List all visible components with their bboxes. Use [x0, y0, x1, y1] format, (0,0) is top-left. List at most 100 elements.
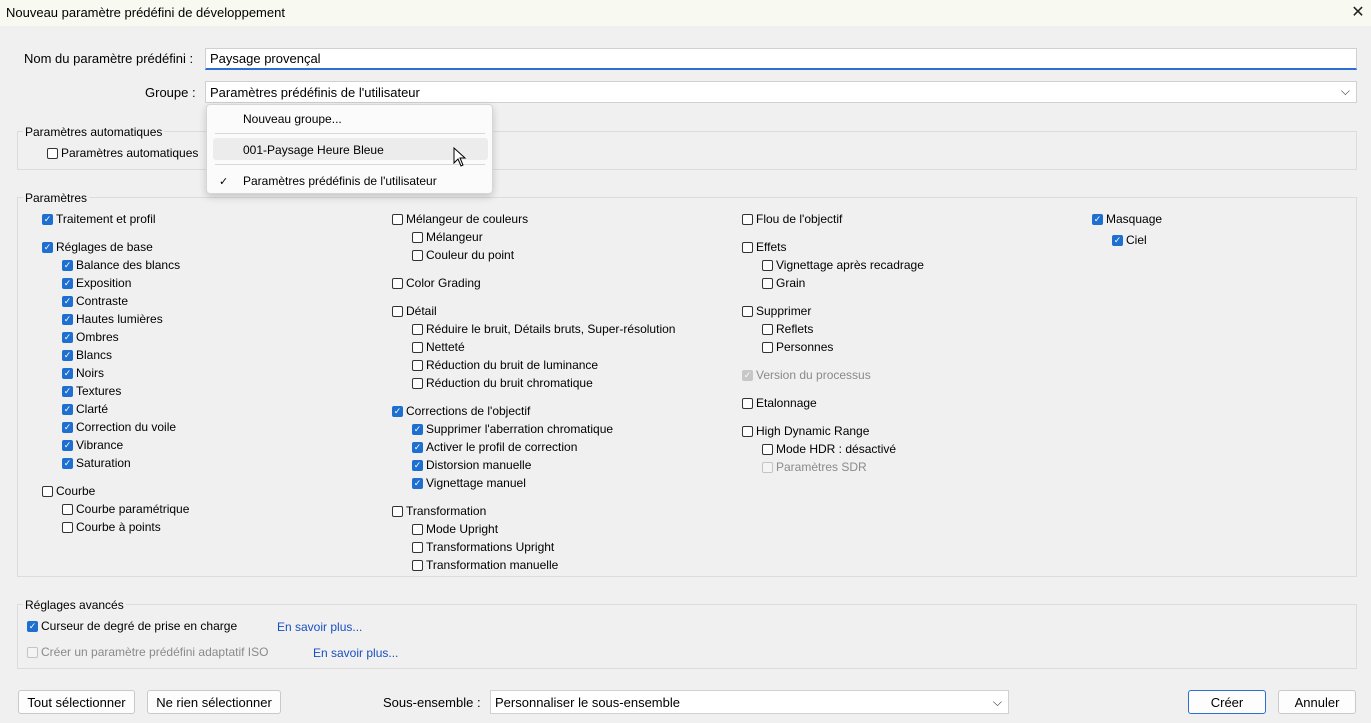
- checkbox-col1-11[interactable]: Correction du voile: [62, 420, 176, 434]
- checkbox-col2-16[interactable]: Transformations Upright: [412, 540, 554, 554]
- checkbox-box[interactable]: [392, 277, 403, 289]
- checkbox-col3-11[interactable]: Paramètres SDR: [762, 460, 867, 474]
- checkbox-col2-1[interactable]: Mélangeur: [412, 230, 483, 244]
- checkbox-col3-2[interactable]: Vignettage après recadrage: [762, 258, 924, 272]
- checkbox-col1-1[interactable]: Réglages de base: [42, 240, 153, 254]
- checkbox-box[interactable]: [762, 443, 773, 455]
- checkbox-box[interactable]: [42, 213, 53, 225]
- checkbox-box[interactable]: [412, 359, 423, 371]
- checkbox-box[interactable]: [762, 461, 773, 473]
- checkbox-col1-15[interactable]: Courbe paramétrique: [62, 502, 189, 516]
- checkbox-col2-17[interactable]: Transformation manuelle: [412, 558, 558, 572]
- checkbox-box[interactable]: [742, 305, 753, 317]
- checkbox-box[interactable]: [27, 620, 38, 632]
- checkbox-box[interactable]: [412, 541, 423, 553]
- select-none-button[interactable]: Ne rien sélectionner: [147, 690, 281, 714]
- checkbox-col1-9[interactable]: Textures: [62, 384, 121, 398]
- checkbox-box[interactable]: [742, 397, 753, 409]
- checkbox-box[interactable]: [42, 485, 53, 497]
- iso-adaptive-checkbox[interactable]: Créer un paramètre prédéfini adaptatif I…: [27, 645, 268, 659]
- checkbox-box[interactable]: [392, 305, 403, 317]
- checkbox-box[interactable]: [1092, 213, 1103, 225]
- checkbox-box[interactable]: [62, 403, 73, 415]
- checkbox-col2-10[interactable]: Supprimer l'aberration chromatique: [412, 422, 613, 436]
- menu-item-paysage-heure-bleue[interactable]: 001-Paysage Heure Bleue: [243, 143, 384, 157]
- group-select[interactable]: Paramètres prédéfinis de l'utilisateur ⌵: [205, 81, 1357, 103]
- auto-settings-checkbox[interactable]: Paramètres automatiques: [47, 146, 198, 160]
- create-button[interactable]: Créer: [1188, 690, 1266, 714]
- checkbox-box[interactable]: [742, 425, 753, 437]
- checkbox-col1-5[interactable]: Hautes lumières: [62, 312, 163, 326]
- checkbox-box[interactable]: [62, 503, 73, 515]
- checkbox-box[interactable]: [62, 385, 73, 397]
- checkbox-box[interactable]: [412, 559, 423, 571]
- checkbox-box[interactable]: [47, 147, 58, 159]
- select-all-button[interactable]: Tout sélectionner: [18, 690, 135, 714]
- checkbox-col1-6[interactable]: Ombres: [62, 330, 119, 344]
- checkbox-box[interactable]: [1112, 234, 1123, 246]
- checkbox-box[interactable]: [762, 341, 773, 353]
- checkbox-box[interactable]: [412, 249, 423, 261]
- checkbox-box[interactable]: [62, 313, 73, 325]
- checkbox-col2-0[interactable]: Mélangeur de couleurs: [392, 212, 528, 226]
- checkbox-box[interactable]: [392, 505, 403, 517]
- checkbox-box[interactable]: [62, 457, 73, 469]
- checkbox-col2-12[interactable]: Distorsion manuelle: [412, 458, 531, 472]
- checkbox-box[interactable]: [412, 523, 423, 535]
- checkbox-box[interactable]: [412, 477, 423, 489]
- checkbox-box[interactable]: [42, 241, 53, 253]
- checkbox-box[interactable]: [62, 295, 73, 307]
- checkbox-box[interactable]: [62, 439, 73, 451]
- checkbox-col4-0[interactable]: Masquage: [1092, 212, 1162, 226]
- support-slider-checkbox[interactable]: Curseur de degré de prise en charge: [27, 619, 237, 633]
- checkbox-col3-6[interactable]: Personnes: [762, 340, 833, 354]
- checkbox-col3-9[interactable]: High Dynamic Range: [742, 424, 869, 438]
- checkbox-col1-8[interactable]: Noirs: [62, 366, 104, 380]
- subset-select[interactable]: Personnaliser le sous-ensemble ⌵: [490, 690, 1009, 714]
- checkbox-box[interactable]: [412, 341, 423, 353]
- checkbox-col1-4[interactable]: Contraste: [62, 294, 128, 308]
- checkbox-col3-0[interactable]: Flou de l'objectif: [742, 212, 842, 226]
- checkbox-col3-1[interactable]: Effets: [742, 240, 786, 254]
- checkbox-box[interactable]: [762, 277, 773, 289]
- menu-item-user-presets[interactable]: Paramètres prédéfinis de l'utilisateur: [243, 174, 437, 188]
- checkbox-box[interactable]: [742, 241, 753, 253]
- cancel-button[interactable]: Annuler: [1278, 690, 1356, 714]
- checkbox-col3-5[interactable]: Reflets: [762, 322, 813, 336]
- checkbox-box[interactable]: [412, 231, 423, 243]
- checkbox-col1-14[interactable]: Courbe: [42, 484, 95, 498]
- checkbox-box[interactable]: [412, 423, 423, 435]
- checkbox-col2-2[interactable]: Couleur du point: [412, 248, 514, 262]
- learn-more-link-1[interactable]: En savoir plus...: [277, 620, 362, 634]
- checkbox-col1-7[interactable]: Blancs: [62, 348, 112, 362]
- checkbox-box[interactable]: [27, 646, 38, 658]
- preset-name-input[interactable]: Paysage provençal: [205, 48, 1357, 70]
- checkbox-col1-16[interactable]: Courbe à points: [62, 520, 161, 534]
- checkbox-box[interactable]: [762, 259, 773, 271]
- checkbox-box[interactable]: [412, 459, 423, 471]
- checkbox-col2-9[interactable]: Corrections de l'objectif: [392, 404, 530, 418]
- checkbox-col2-14[interactable]: Transformation: [392, 504, 486, 518]
- checkbox-box[interactable]: [62, 421, 73, 433]
- checkbox-box[interactable]: [412, 441, 423, 453]
- checkbox-box[interactable]: [412, 323, 423, 335]
- checkbox-col1-12[interactable]: Vibrance: [62, 438, 123, 452]
- checkbox-box[interactable]: [62, 367, 73, 379]
- checkbox-col2-7[interactable]: Réduction du bruit de luminance: [412, 358, 598, 372]
- checkbox-box[interactable]: [742, 369, 753, 381]
- checkbox-box[interactable]: [62, 277, 73, 289]
- checkbox-col2-4[interactable]: Détail: [392, 304, 437, 318]
- checkbox-box[interactable]: [392, 405, 403, 417]
- checkbox-col3-7[interactable]: Version du processus: [742, 368, 871, 382]
- checkbox-col1-0[interactable]: Traitement et profil: [42, 212, 156, 226]
- checkbox-col2-13[interactable]: Vignettage manuel: [412, 476, 526, 490]
- checkbox-box[interactable]: [762, 323, 773, 335]
- close-icon[interactable]: ✕: [1350, 2, 1366, 22]
- checkbox-box[interactable]: [392, 213, 403, 225]
- checkbox-col2-3[interactable]: Color Grading: [392, 276, 481, 290]
- checkbox-col2-11[interactable]: Activer le profil de correction: [412, 440, 577, 454]
- checkbox-box[interactable]: [62, 259, 73, 271]
- checkbox-col3-4[interactable]: Supprimer: [742, 304, 811, 318]
- checkbox-col1-2[interactable]: Balance des blancs: [62, 258, 180, 272]
- checkbox-col3-3[interactable]: Grain: [762, 276, 805, 290]
